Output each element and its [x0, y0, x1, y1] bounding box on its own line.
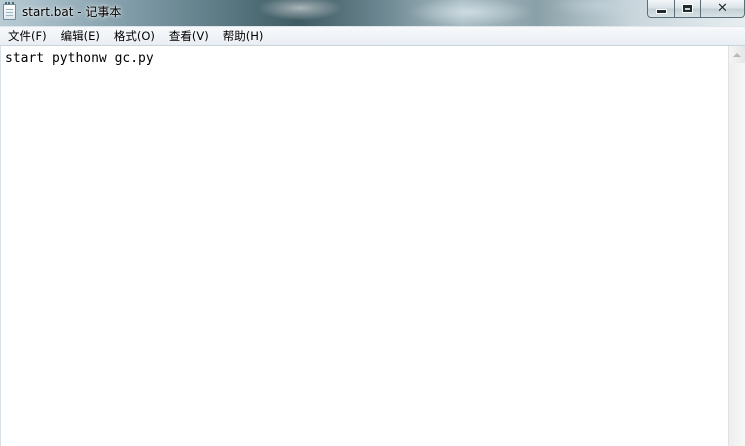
editor-content[interactable]: start pythonw gc.py: [5, 51, 154, 67]
close-button[interactable]: ✕: [700, 0, 745, 18]
menu-edit[interactable]: 编辑(E): [55, 27, 106, 45]
scroll-up-button[interactable]: [729, 46, 745, 63]
minimize-icon: [656, 10, 666, 13]
maximize-icon: [683, 5, 692, 12]
menu-bar: 文件(F) 编辑(E) 格式(O) 查看(V) 帮助(H): [0, 26, 745, 46]
close-icon: ✕: [717, 1, 728, 16]
minimize-button[interactable]: [647, 0, 674, 18]
arrow-up-icon: [733, 52, 741, 57]
notepad-window: start.bat - 记事本 ✕ 文件(F) 编辑(E) 格式(O) 查看(V…: [0, 0, 745, 446]
caption-buttons: ✕: [647, 0, 745, 18]
vertical-scrollbar[interactable]: [728, 46, 745, 446]
window-title: start.bat - 记事本: [22, 5, 122, 19]
notepad-icon[interactable]: [3, 2, 16, 20]
menu-help[interactable]: 帮助(H): [217, 27, 270, 45]
menu-file[interactable]: 文件(F): [2, 27, 53, 45]
title-bar[interactable]: start.bat - 记事本 ✕: [0, 0, 745, 26]
menu-view[interactable]: 查看(V): [163, 27, 215, 45]
menu-format[interactable]: 格式(O): [108, 27, 161, 45]
text-editor-area[interactable]: start pythonw gc.py: [0, 46, 728, 446]
maximize-button[interactable]: [674, 0, 700, 18]
